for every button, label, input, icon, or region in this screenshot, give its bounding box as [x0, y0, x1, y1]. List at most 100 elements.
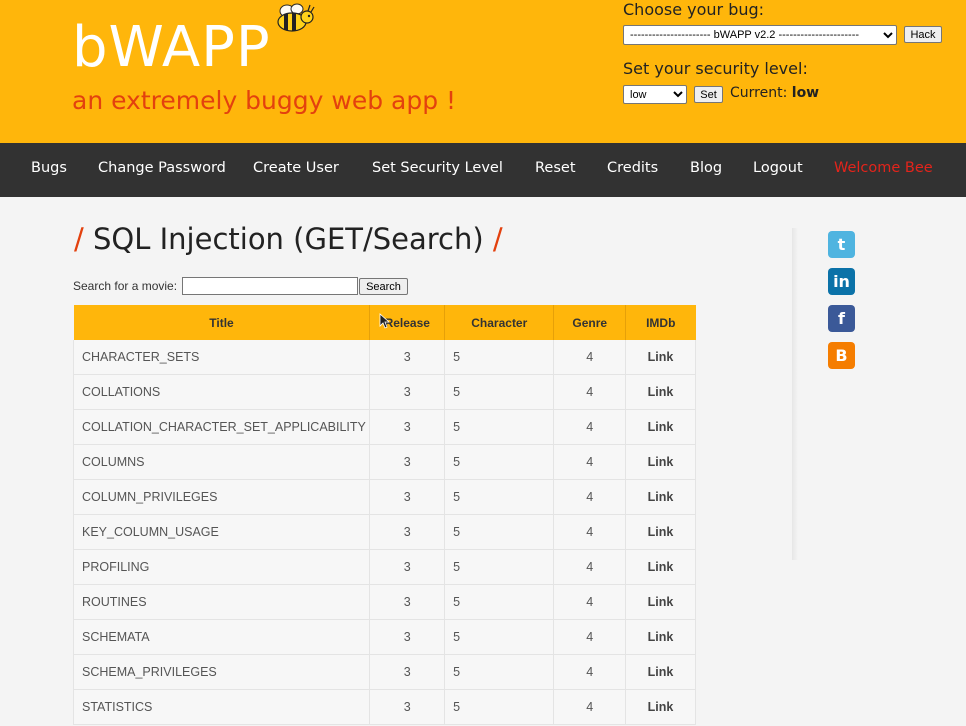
cell-character: 5	[444, 374, 555, 410]
page-title-text: SQL Injection (GET/Search)	[93, 222, 484, 256]
menu-set-security-level[interactable]: Set Security Level	[372, 160, 503, 176]
cell-character: 5	[444, 479, 555, 515]
cell-title: SCHEMATA	[72, 619, 371, 655]
cell-release: 3	[369, 654, 446, 690]
col-imdb: IMDb	[625, 305, 696, 340]
current-value: low	[791, 85, 820, 101]
cell-genre: 4	[553, 549, 626, 585]
facebook-icon[interactable]: f	[828, 305, 855, 332]
col-genre: Genre	[553, 305, 626, 340]
menu-create-user[interactable]: Create User	[253, 160, 339, 176]
current-security-level: Current: low	[730, 85, 819, 101]
page-title: / SQL Injection (GET/Search) /	[74, 222, 503, 256]
cell-release: 3	[369, 479, 446, 515]
cell-character: 5	[444, 619, 555, 655]
cell-genre: 4	[553, 584, 626, 620]
cell-imdb-link[interactable]: Link	[625, 340, 697, 375]
cell-imdb-link[interactable]: Link	[625, 444, 697, 480]
cell-title: PROFILING	[72, 549, 371, 585]
cell-imdb-link[interactable]: Link	[625, 514, 697, 550]
cell-title: COLUMN_PRIVILEGES	[72, 479, 371, 515]
menu-bugs[interactable]: Bugs	[31, 160, 67, 176]
table-row: COLLATIONS 3 5 4 Link	[72, 374, 697, 410]
search-button[interactable]: Search	[359, 278, 408, 295]
twitter-icon[interactable]: t	[828, 231, 855, 258]
cell-release: 3	[369, 549, 446, 585]
search-input[interactable]	[182, 277, 358, 295]
table-row: SCHEMA_PRIVILEGES 3 5 4 Link	[72, 654, 697, 690]
set-button[interactable]: Set	[694, 86, 723, 103]
cell-imdb-link[interactable]: Link	[625, 549, 697, 585]
cell-imdb-link[interactable]: Link	[625, 374, 697, 410]
sidebar-divider	[792, 228, 798, 560]
cell-genre: 4	[553, 479, 626, 515]
title-slash-right: /	[492, 222, 503, 256]
cell-release: 3	[369, 340, 446, 375]
linkedin-icon[interactable]: in	[828, 268, 855, 295]
security-level-select[interactable]: low	[623, 85, 687, 104]
cell-release: 3	[369, 409, 446, 445]
cell-title: COLUMNS	[72, 444, 371, 480]
current-label: Current:	[730, 85, 788, 101]
table-row: ROUTINES 3 5 4 Link	[72, 584, 697, 620]
security-level-label: Set your security level:	[623, 59, 808, 78]
cell-genre: 4	[553, 374, 626, 410]
menu-change-password[interactable]: Change Password	[98, 160, 226, 176]
cell-title: KEY_COLUMN_USAGE	[72, 514, 371, 550]
cell-release: 3	[369, 444, 446, 480]
cell-title: COLLATIONS	[72, 374, 371, 410]
cell-character: 5	[444, 340, 555, 375]
col-character: Character	[444, 305, 555, 340]
choose-bug-label: Choose your bug:	[623, 0, 765, 19]
cell-title: ROUTINES	[72, 584, 371, 620]
cell-release: 3	[369, 619, 446, 655]
cell-genre: 4	[553, 689, 626, 725]
cell-title: COLLATION_CHARACTER_SET_APPLICABILITY	[72, 409, 371, 445]
cell-imdb-link[interactable]: Link	[625, 584, 697, 620]
cell-release: 3	[369, 584, 446, 620]
table-row: KEY_COLUMN_USAGE 3 5 4 Link	[72, 514, 697, 550]
cell-imdb-link[interactable]: Link	[625, 654, 697, 690]
cell-character: 5	[444, 514, 555, 550]
movies-table: Title Release Character Genre IMDb CHARA…	[72, 305, 697, 725]
cell-imdb-link[interactable]: Link	[625, 479, 697, 515]
cell-genre: 4	[553, 340, 626, 375]
cell-character: 5	[444, 584, 555, 620]
cell-genre: 4	[553, 654, 626, 690]
hack-button[interactable]: Hack	[904, 26, 942, 43]
tagline: an extremely buggy web app !	[72, 86, 457, 115]
title-slash-left: /	[74, 222, 84, 256]
cell-release: 3	[369, 689, 446, 725]
table-row: CHARACTER_SETS 3 5 4 Link	[72, 340, 697, 375]
cell-character: 5	[444, 444, 555, 480]
cell-genre: 4	[553, 444, 626, 480]
blogger-icon[interactable]: B	[828, 342, 855, 369]
bug-select[interactable]: ---------------------- bWAPP v2.2 ------…	[623, 25, 897, 45]
bee-icon	[277, 3, 315, 32]
cell-title: STATISTICS	[72, 689, 371, 725]
cell-character: 5	[444, 549, 555, 585]
table-row: SCHEMATA 3 5 4 Link	[72, 619, 697, 655]
table-row: COLLATION_CHARACTER_SET_APPLICABILITY 3 5 4…	[72, 409, 697, 445]
search-label: Search for a movie:	[73, 279, 178, 293]
col-title: Title	[73, 305, 371, 340]
cell-genre: 4	[553, 619, 626, 655]
cell-imdb-link[interactable]: Link	[625, 619, 697, 655]
table-row: PROFILING 3 5 4 Link	[72, 549, 697, 585]
cell-character: 5	[444, 409, 555, 445]
menu-credits[interactable]: Credits	[607, 160, 658, 176]
menu-blog[interactable]: Blog	[690, 160, 722, 176]
menu-reset[interactable]: Reset	[535, 160, 576, 176]
menu-logout[interactable]: Logout	[753, 160, 803, 176]
cell-imdb-link[interactable]: Link	[625, 689, 697, 725]
cell-imdb-link[interactable]: Link	[625, 409, 697, 445]
header: bWAPP an extremely buggy web app ! Choos…	[0, 0, 966, 143]
logo: bWAPP	[72, 15, 271, 80]
mouse-cursor-icon	[379, 313, 389, 329]
cell-title: SCHEMA_PRIVILEGES	[72, 654, 371, 690]
cell-genre: 4	[553, 409, 626, 445]
cell-release: 3	[369, 374, 446, 410]
menu-welcome-user[interactable]: Welcome Bee	[834, 160, 933, 176]
table-row: COLUMNS 3 5 4 Link	[72, 444, 697, 480]
main-menu: Bugs Change Password Create User Set Sec…	[0, 143, 966, 197]
